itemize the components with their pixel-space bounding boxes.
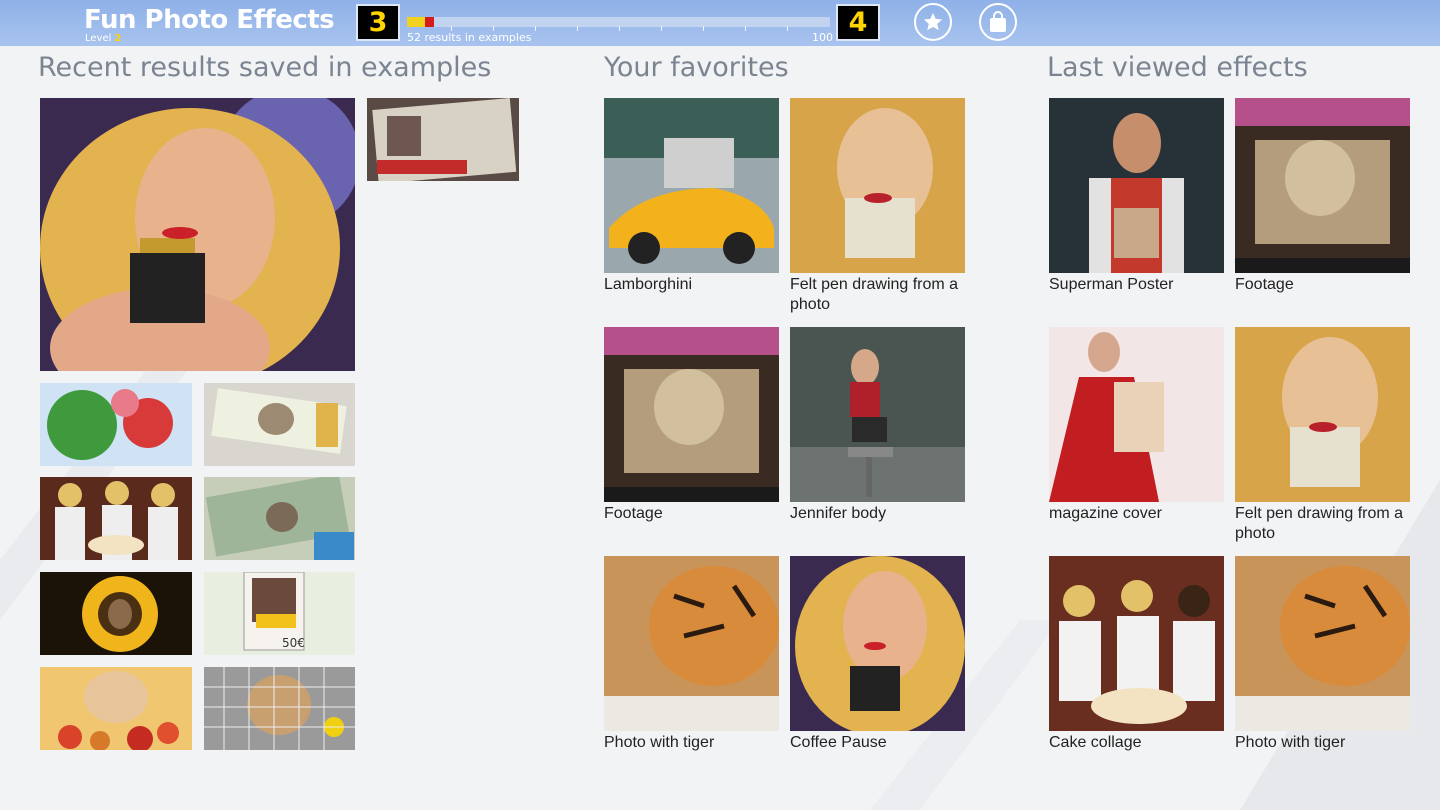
recent-result-newspaper[interactable] — [367, 98, 519, 181]
recent-result-fruit[interactable] — [40, 667, 192, 750]
favorite-effect-felt-pen[interactable]: Felt pen drawing from a photo — [790, 98, 965, 315]
favorites-title: Your favorites — [604, 52, 789, 83]
app-header: Fun Photo Effects Level 2 3 52 results in… — [0, 0, 1440, 46]
last-viewed-cake-collage[interactable]: Cake collage — [1049, 556, 1224, 753]
last-viewed-footage[interactable]: Footage — [1235, 98, 1410, 295]
favorite-label: Footage — [604, 505, 663, 522]
recent-result-sunflower[interactable] — [40, 572, 192, 655]
last-viewed-magazine-cover[interactable]: magazine cover — [1049, 327, 1224, 524]
progress-fill — [407, 17, 425, 27]
favorite-effect-footage[interactable]: Footage — [604, 327, 779, 524]
current-level-box: 3 — [356, 4, 400, 41]
next-level-box: 4 — [836, 4, 880, 41]
shopping-bag-icon — [990, 11, 1006, 32]
app-title: Fun Photo Effects — [84, 5, 335, 35]
level-progress-bar — [407, 17, 830, 31]
favorite-label: Coffee Pause — [790, 734, 887, 751]
progress-max: 100 — [812, 31, 833, 44]
last-viewed-label: Cake collage — [1049, 734, 1142, 751]
progress-marker — [425, 17, 434, 27]
recent-result-girls-cake[interactable] — [40, 477, 192, 560]
last-viewed-label: Photo with tiger — [1235, 734, 1346, 751]
last-viewed-label: magazine cover — [1049, 505, 1162, 522]
recent-result-dollars[interactable] — [204, 477, 355, 560]
recent-result-mosaic[interactable] — [204, 667, 355, 750]
level-number: 2 — [114, 33, 122, 44]
last-viewed-superman-poster[interactable]: Superman Poster — [1049, 98, 1224, 295]
favorite-effect-jennifer-body[interactable]: Jennifer body — [790, 327, 965, 524]
last-viewed-felt-pen[interactable]: Felt pen drawing from a photo — [1235, 327, 1410, 544]
level-label: Level — [85, 33, 112, 44]
favorite-label: Jennifer body — [790, 505, 887, 522]
coffee-woman-image — [40, 98, 355, 371]
recent-result-banknotes[interactable] — [204, 383, 355, 466]
level-indicator: Level 2 — [85, 33, 121, 44]
star-icon — [923, 12, 943, 31]
svg-text:50€: 50€ — [282, 636, 305, 650]
favorite-label: Felt pen drawing from a photo — [790, 276, 959, 313]
newspaper-image — [367, 98, 519, 181]
favorite-effect-lamborghini[interactable]: Lamborghini — [604, 98, 779, 295]
recent-result-large[interactable] — [40, 98, 355, 371]
last-viewed-photo-with-tiger[interactable]: Photo with tiger — [1235, 556, 1410, 753]
last-viewed-label: Superman Poster — [1049, 276, 1174, 293]
store-button[interactable] — [979, 3, 1017, 41]
favorite-effect-coffee-pause[interactable]: Coffee Pause — [790, 556, 965, 753]
recent-results-title: Recent results saved in examples — [38, 52, 492, 83]
last-viewed-title: Last viewed effects — [1047, 52, 1308, 83]
progress-text: 52 results in examples — [407, 31, 532, 44]
favorite-effect-photo-with-tiger[interactable]: Photo with tiger — [604, 556, 779, 753]
favorite-label: Lamborghini — [604, 276, 693, 293]
recent-result-stamp[interactable]: 50€ — [204, 572, 355, 655]
recent-result-bubble[interactable] — [40, 383, 192, 466]
last-viewed-label: Footage — [1235, 276, 1294, 293]
favorites-button[interactable] — [914, 3, 952, 41]
favorite-label: Photo with tiger — [604, 734, 715, 751]
last-viewed-label: Felt pen drawing from a photo — [1235, 505, 1404, 542]
